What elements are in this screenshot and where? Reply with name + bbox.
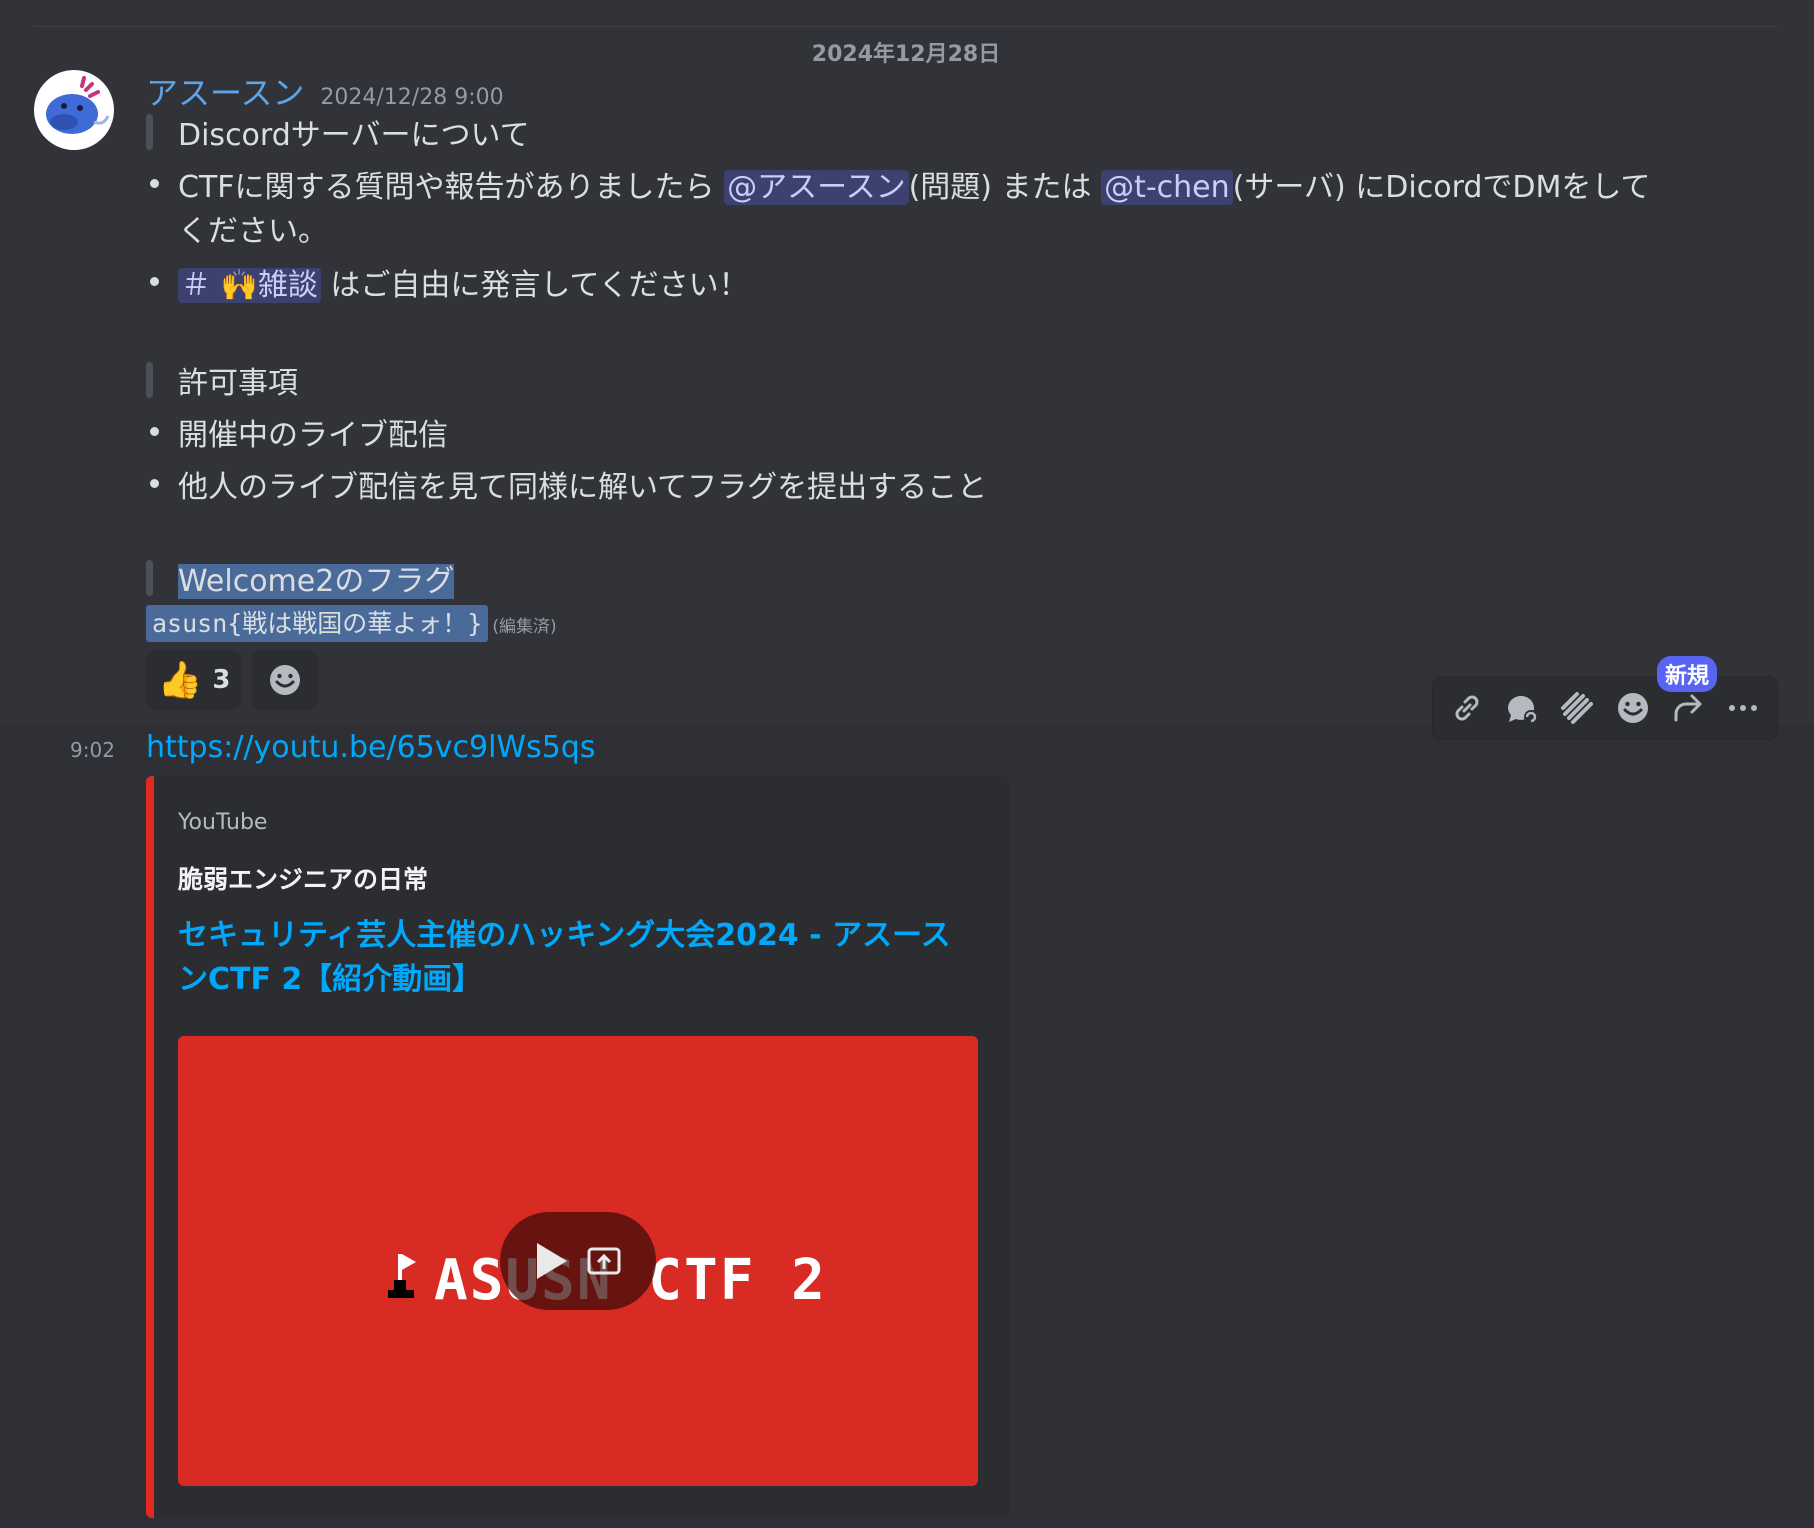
flag-heading: Welcome2のフラグ [178, 564, 455, 599]
date-divider: 2024年12月28日 [34, 26, 1778, 68]
more-icon[interactable] [1723, 688, 1763, 728]
list-item: 他人のライブ配信を見て同様に解いてフラグを提出すること [146, 462, 987, 506]
axolotl-avatar-icon [46, 76, 110, 134]
message-timestamp-short[interactable]: 9:02 [70, 738, 115, 762]
message-actions-toolbar [1432, 676, 1778, 740]
avatar[interactable] [34, 70, 114, 150]
user-mention[interactable]: @アスースン [724, 170, 909, 205]
link-icon[interactable] [1447, 688, 1487, 728]
play-icon [537, 1243, 567, 1279]
bullet-text: (問題) または [908, 170, 1102, 205]
youtube-embed: YouTube 脆弱エンジニアの日常 セキュリティ芸人主催のハッキング大会202… [146, 776, 1010, 1518]
bullet-text: はご自由に発言してください！ [320, 268, 749, 303]
intro-heading: Discordサーバーについて [178, 118, 530, 153]
forward-icon[interactable] [1668, 688, 1708, 728]
flag-icon [388, 1254, 416, 1298]
list-item: ＃ 🙌雑談 はご自由に発言してください！ [146, 260, 749, 304]
channel-mention[interactable]: ＃ 🙌雑談 [178, 268, 321, 303]
blockquote-allowed: 許可事項 [146, 358, 298, 402]
smile-icon [270, 665, 300, 695]
flag-code-line: asusn{戦は戦国の華よォ！} (編集済) [146, 604, 557, 642]
user-mention[interactable]: @t-chen [1101, 170, 1233, 205]
list-item-continuation: ください。 [146, 206, 328, 250]
play-button[interactable] [500, 1212, 656, 1310]
embed-title[interactable]: セキュリティ芸人主催のハッキング大会2024 - アスースンCTF 2【紹介動画… [178, 914, 978, 1002]
new-badge: 新規 [1657, 656, 1718, 692]
embed-accent-bar [146, 776, 154, 1518]
edited-label: (編集済) [492, 617, 557, 637]
message-timestamp[interactable]: 2024/12/28 9:00 [320, 85, 503, 110]
message-header: アスースン 2024/12/28 9:00 [146, 68, 504, 114]
add-reaction-button[interactable] [252, 650, 318, 710]
inline-code: asusn{戦は戦国の華よォ！} [146, 605, 489, 642]
youtube-link[interactable]: https://youtu.be/65vc9lWs5qs [146, 730, 595, 765]
allowed-heading: 許可事項 [178, 366, 298, 401]
add-reaction-icon[interactable] [1613, 688, 1653, 728]
list-item: 開催中のライブ配信 [146, 410, 448, 454]
list-item: CTFに関する質問や報告がありましたら @アスースン (問題) または @t-ch… [146, 162, 1651, 206]
open-external-icon [587, 1247, 621, 1275]
bullet-text: 開催中のライブ配信 [178, 418, 448, 453]
blockquote-intro: Discordサーバーについて [146, 110, 530, 154]
reaction-thumbs-up[interactable]: 👍 3 [146, 650, 242, 710]
reaction-count: 3 [212, 665, 231, 695]
video-thumbnail[interactable]: ASUSN CTF 2 [178, 1036, 978, 1486]
blockquote-flag: Welcome2のフラグ [146, 556, 455, 600]
username[interactable]: アスースン [146, 68, 304, 114]
thread-reply-icon[interactable] [1502, 688, 1542, 728]
embed-author[interactable]: 脆弱エンジニアの日常 [178, 860, 428, 896]
bullet-text: (サーバ) にDicordでDMをして [1232, 170, 1651, 205]
bullet-text: ください。 [178, 214, 328, 249]
sticker-icon[interactable] [1557, 688, 1597, 728]
embed-provider[interactable]: YouTube [178, 810, 267, 835]
thumbs-up-icon: 👍 [157, 660, 203, 701]
date-divider-label: 2024年12月28日 [797, 36, 1015, 68]
bullet-text: CTFに関する質問や報告がありましたら [178, 170, 725, 205]
bullet-text: 他人のライブ配信を見て同様に解いてフラグを提出すること [178, 470, 988, 505]
